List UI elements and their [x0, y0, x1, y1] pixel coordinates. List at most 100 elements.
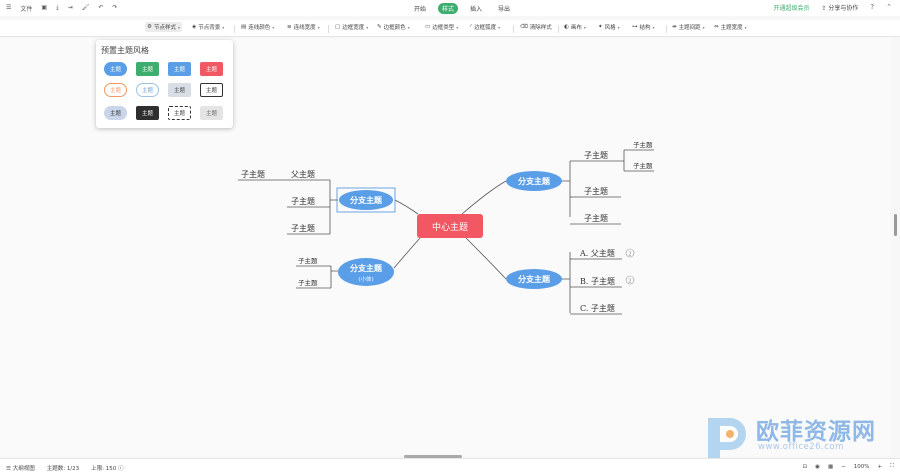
tool-line-width[interactable]: ≡ 连线宽度 ▾: [287, 23, 320, 31]
topic-limit: 上限: 150 ⓘ: [91, 464, 123, 472]
border-radius-icon: ◜: [470, 24, 473, 30]
tool-label: 边框弧度: [474, 25, 497, 31]
zoom-level[interactable]: 100%: [854, 464, 870, 470]
subtopic-text[interactable]: 子主题: [291, 196, 315, 206]
tool-style[interactable]: ✦ 风格 ▾: [598, 23, 620, 31]
tool-structure[interactable]: ⊶ 结构 ▾: [632, 23, 655, 31]
connector-line: [562, 161, 571, 217]
tool-label: 画布: [570, 25, 582, 31]
export-icon[interactable]: ⇥: [68, 5, 73, 11]
canvas-icon: ◐: [564, 24, 569, 30]
connector-line: [330, 266, 338, 288]
tool-node-background[interactable]: ◈ 节点背景 ▾: [192, 23, 224, 31]
border-type-icon: ▭: [425, 24, 431, 30]
outline-icon: ☰: [6, 465, 13, 472]
line-color-icon: ▤: [241, 24, 247, 30]
tool-node-style[interactable]: ⚙ 节点样式 ▾: [145, 22, 182, 32]
branch-text: 分支主题: [518, 176, 551, 186]
preset-style-9[interactable]: 主题: [104, 106, 127, 120]
tab-insert[interactable]: 插入: [466, 3, 486, 14]
share-button[interactable]: ⇪ 分享与协作: [821, 3, 858, 12]
subtopic-text[interactable]: 子主题: [584, 150, 608, 160]
subtopic-text[interactable]: 子主题: [291, 223, 315, 233]
list-item-c[interactable]: C. 子主题: [580, 303, 615, 313]
preset-style-6[interactable]: 主题: [136, 83, 159, 97]
tool-clear-style[interactable]: ⌫ 清除样式: [520, 23, 552, 31]
menu-icon[interactable]: ☰: [6, 5, 11, 11]
tab-export[interactable]: 导出: [494, 3, 514, 14]
tool-border-width[interactable]: ▢ 边框宽度 ▾: [335, 23, 368, 31]
subtopic-text[interactable]: 子主题: [298, 278, 318, 287]
redo-icon[interactable]: ↷: [112, 5, 117, 11]
tool-label: 主题间距: [678, 25, 701, 31]
list-item-b[interactable]: B. 子主题: [580, 276, 615, 286]
tool-line-color[interactable]: ▤ 连线颜色 ▾: [241, 23, 274, 31]
tab-style[interactable]: 样式: [438, 3, 459, 14]
subtopic-text[interactable]: 子主题: [633, 161, 653, 170]
vip-link[interactable]: 开通超级会员: [773, 3, 809, 12]
preset-style-7[interactable]: 主题: [168, 83, 191, 97]
help-icon[interactable]: ?: [870, 4, 874, 11]
tool-topic-width[interactable]: ⇔ 主题宽度 ▾: [714, 23, 747, 31]
tool-border-color[interactable]: ✎ 边框颜色 ▾: [377, 23, 410, 31]
zoom-out-icon[interactable]: −: [841, 464, 846, 470]
outline-view-button[interactable]: ☰ 大纲视图: [6, 464, 35, 472]
badge-text: 2: [628, 252, 631, 258]
preset-style-10[interactable]: 主题: [136, 106, 159, 120]
file-menu[interactable]: 文件: [20, 4, 32, 13]
subtopic-text[interactable]: 子主题: [241, 169, 265, 179]
eye-icon[interactable]: ◉: [815, 464, 820, 470]
preset-style-5[interactable]: 主题: [104, 83, 127, 97]
preset-style-3[interactable]: 主题: [168, 62, 191, 76]
format-painter-icon[interactable]: 🖌: [82, 5, 90, 11]
connector-line: [394, 199, 419, 215]
collapse-icon[interactable]: ⌃: [886, 4, 892, 11]
outline-label: 大纲视图: [12, 465, 35, 472]
caret-icon: ▾: [583, 24, 586, 30]
tool-border-type[interactable]: ▭ 边框类型 ▾: [425, 23, 458, 31]
watermark-text: 欧菲资源网: [756, 419, 876, 445]
caret-icon: ▾: [222, 24, 225, 30]
node-style-icon: ⚙: [147, 24, 152, 30]
preset-style-1[interactable]: 主题: [104, 62, 127, 76]
vertical-scrollbar[interactable]: [894, 214, 897, 236]
tool-label: 边框宽度: [342, 25, 365, 31]
zoom-in-icon[interactable]: +: [878, 464, 883, 470]
download-icon[interactable]: ⤓: [56, 5, 59, 11]
preset-style-2[interactable]: 主题: [136, 62, 159, 76]
tool-topic-spacing[interactable]: ⇹ 主题间距 ▾: [672, 23, 705, 31]
branch-text: 分支主题: [350, 195, 383, 205]
preset-style-8[interactable]: 主题: [200, 83, 223, 97]
undo-icon[interactable]: ↶: [98, 5, 103, 11]
popup-title: 预置主题风格: [101, 46, 149, 55]
subtopic-text[interactable]: 子主题: [584, 213, 608, 223]
subtopic-text[interactable]: 子主题: [584, 186, 608, 196]
tool-label: 边框类型: [432, 25, 455, 31]
eraser-icon: ⌫: [520, 24, 528, 30]
preset-style-4[interactable]: 主题: [200, 62, 223, 76]
subtopic-text[interactable]: 子主题: [298, 256, 318, 265]
style-toolbar: ⚙ 节点样式 ▾ ◈ 节点背景 ▾ ▤ 连线颜色 ▾ ≡ 连线宽度 ▾ ▢ 边框宽度 ▾ ✎ 边框颜色…: [0, 20, 900, 37]
tool-label: 节点背景: [198, 25, 221, 31]
fullscreen-icon[interactable]: ⛶: [890, 463, 894, 470]
border-width-icon: ▢: [335, 24, 341, 30]
connector-line: [465, 237, 507, 280]
divider: [234, 25, 235, 33]
divider: [513, 25, 514, 33]
tool-canvas[interactable]: ◐ 画布 ▾: [564, 23, 586, 31]
grid-icon[interactable]: ▦: [828, 464, 833, 470]
save-icon[interactable]: ▣: [41, 5, 47, 11]
structure-icon: ⊶: [632, 24, 638, 30]
preset-style-11[interactable]: 主题: [168, 106, 191, 120]
subtopic-text[interactable]: 子主题: [633, 140, 653, 149]
tab-start[interactable]: 开始: [410, 3, 430, 14]
parent-topic-text[interactable]: 父主题: [291, 169, 315, 179]
help-icon[interactable]: ⓘ: [118, 466, 124, 472]
share-label: 分享与协作: [828, 5, 859, 12]
status-bar: ☰ 大纲视图 主题数: 1/23 上限: 150 ⓘ ⊡ ◉ ▦ − 100% …: [0, 458, 900, 476]
connector-line: [621, 150, 625, 171]
tool-border-radius[interactable]: ◜ 边框弧度 ▾: [470, 23, 500, 31]
preset-style-12[interactable]: 主题: [200, 106, 223, 120]
fit-icon[interactable]: ⊡: [803, 464, 808, 470]
list-item-a[interactable]: A. 父主题: [579, 248, 615, 258]
